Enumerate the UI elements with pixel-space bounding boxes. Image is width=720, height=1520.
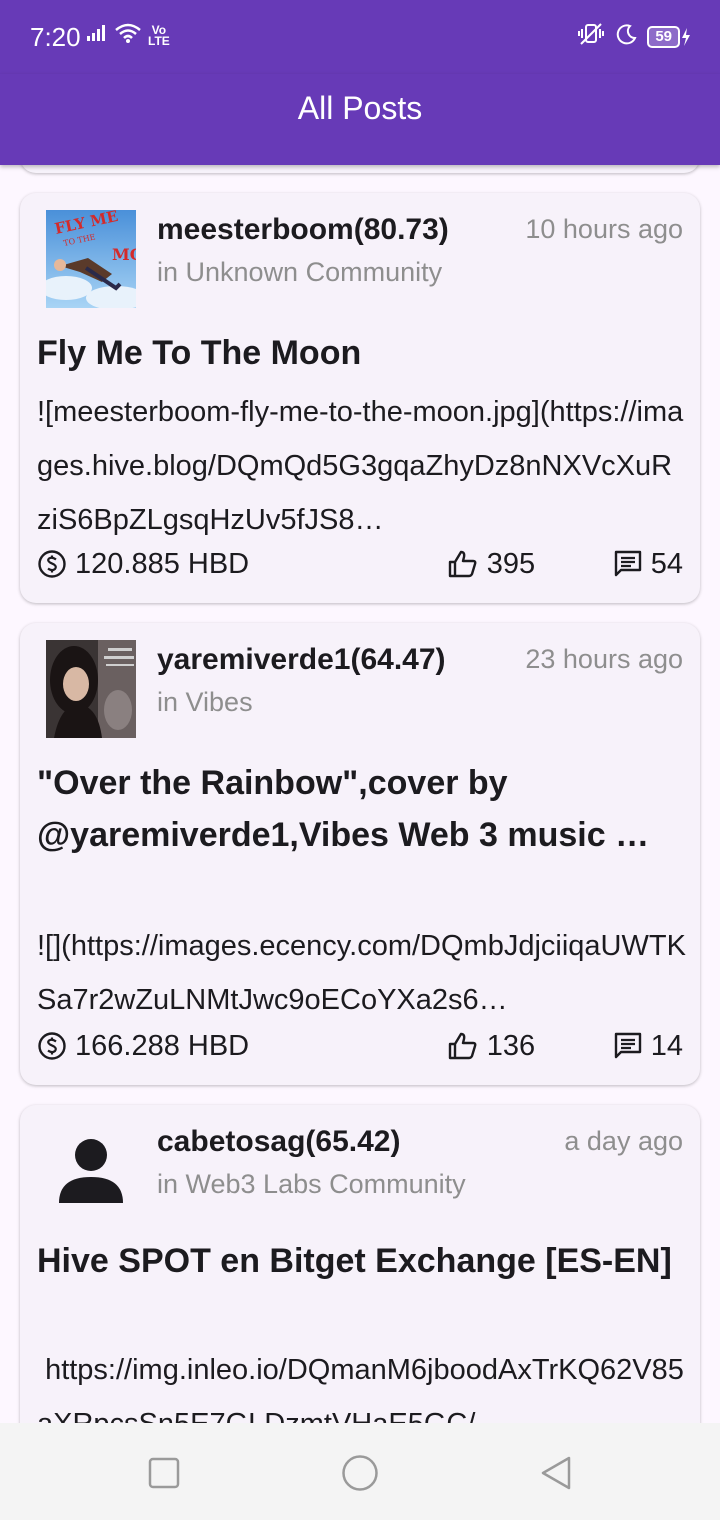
moon-icon bbox=[615, 23, 637, 50]
thumbs-up-icon[interactable] bbox=[447, 1031, 479, 1061]
recent-apps-button[interactable] bbox=[142, 1451, 186, 1495]
comments-value: 54 bbox=[650, 547, 683, 580]
back-button[interactable] bbox=[534, 1451, 578, 1495]
payout-value: 166.288 HBD bbox=[75, 1029, 250, 1062]
status-left-icons: Vo LTE bbox=[86, 22, 170, 49]
svg-text:MO: MO bbox=[112, 245, 136, 264]
system-nav-bar bbox=[0, 1423, 720, 1520]
post-community[interactable]: in Unknown Community bbox=[157, 257, 442, 288]
status-time: 7:20 bbox=[30, 22, 81, 52]
votes-stat[interactable]: 395 bbox=[447, 548, 535, 581]
post-community[interactable]: in Vibes bbox=[157, 687, 253, 718]
post-title[interactable]: Hive SPOT en Bitget Exchange [ES-EN] bbox=[37, 1235, 683, 1339]
posts-list[interactable]: FLY ME TO THE MO meesterboom(80.73) 10 h… bbox=[0, 165, 720, 1423]
post-stats: 120.885 HBD 395 54 bbox=[37, 544, 683, 584]
author-avatar[interactable] bbox=[46, 640, 136, 738]
triangle-back-icon bbox=[541, 1456, 571, 1490]
post-card[interactable]: yaremiverde1(64.47) 23 hours ago in Vibe… bbox=[20, 623, 700, 1085]
previous-post-card[interactable] bbox=[20, 165, 700, 173]
battery-level: 59 bbox=[647, 25, 680, 48]
post-author[interactable]: meesterboom(80.73) bbox=[157, 213, 449, 247]
author-avatar[interactable]: FLY ME TO THE MO bbox=[46, 210, 136, 308]
battery-icon: 59 bbox=[647, 25, 692, 48]
post-author[interactable]: cabetosag(65.42) bbox=[157, 1125, 400, 1159]
post-body[interactable]: ![meesterboom-fly-me-to-the-moon.jpg](ht… bbox=[37, 385, 686, 547]
comments-stat[interactable]: 54 bbox=[613, 548, 683, 581]
payout-stat: 166.288 HBD bbox=[37, 1030, 249, 1063]
wifi-icon bbox=[114, 22, 142, 49]
payout-stat: 120.885 HBD bbox=[37, 548, 249, 581]
lte-indicator: Vo LTE bbox=[148, 24, 170, 48]
payout-value: 120.885 HBD bbox=[75, 547, 250, 580]
comment-icon[interactable] bbox=[613, 549, 643, 579]
post-community[interactable]: in Web3 Labs Community bbox=[157, 1169, 466, 1200]
votes-stat[interactable]: 136 bbox=[447, 1030, 535, 1063]
post-title[interactable]: Fly Me To The Moon bbox=[37, 327, 683, 379]
post-body[interactable]: ![](https://images.ecency.com/DQmbJdjcii… bbox=[37, 865, 686, 1027]
post-time: 10 hours ago bbox=[525, 214, 683, 244]
lte-label-bottom: LTE bbox=[148, 33, 170, 48]
status-right-icons: 59 bbox=[577, 22, 692, 51]
square-icon bbox=[148, 1457, 180, 1489]
votes-value: 136 bbox=[486, 1029, 536, 1062]
signal-icon bbox=[86, 23, 108, 48]
post-title[interactable]: "Over the Rainbow",cover by @yaremiverde… bbox=[37, 757, 683, 861]
circle-icon bbox=[342, 1455, 378, 1491]
comment-icon[interactable] bbox=[613, 1031, 643, 1061]
status-bar: 7:20 Vo LTE 59 bbox=[0, 0, 720, 74]
dollar-icon bbox=[38, 1032, 66, 1060]
app-bar: All Posts bbox=[0, 74, 720, 165]
comments-stat[interactable]: 14 bbox=[613, 1030, 683, 1063]
thumbs-up-icon[interactable] bbox=[447, 549, 479, 579]
charging-icon bbox=[682, 27, 690, 46]
post-stats: 166.288 HBD 136 14 bbox=[37, 1026, 683, 1066]
home-button[interactable] bbox=[338, 1451, 382, 1495]
comments-value: 14 bbox=[650, 1029, 683, 1062]
post-card[interactable]: cabetosag(65.42) a day ago in Web3 Labs … bbox=[20, 1105, 700, 1423]
post-time: 23 hours ago bbox=[525, 644, 683, 674]
post-body[interactable]: https://img.inleo.io/DQmanM6jboodAxTrKQ6… bbox=[37, 1343, 686, 1423]
vibrate-icon bbox=[577, 22, 605, 51]
dollar-icon bbox=[38, 550, 66, 578]
post-author[interactable]: yaremiverde1(64.47) bbox=[157, 643, 446, 677]
post-time: a day ago bbox=[564, 1126, 683, 1156]
votes-value: 395 bbox=[486, 547, 536, 580]
default-avatar-icon[interactable] bbox=[46, 1122, 136, 1220]
page-title: All Posts bbox=[297, 90, 423, 126]
post-card[interactable]: FLY ME TO THE MO meesterboom(80.73) 10 h… bbox=[20, 193, 700, 603]
